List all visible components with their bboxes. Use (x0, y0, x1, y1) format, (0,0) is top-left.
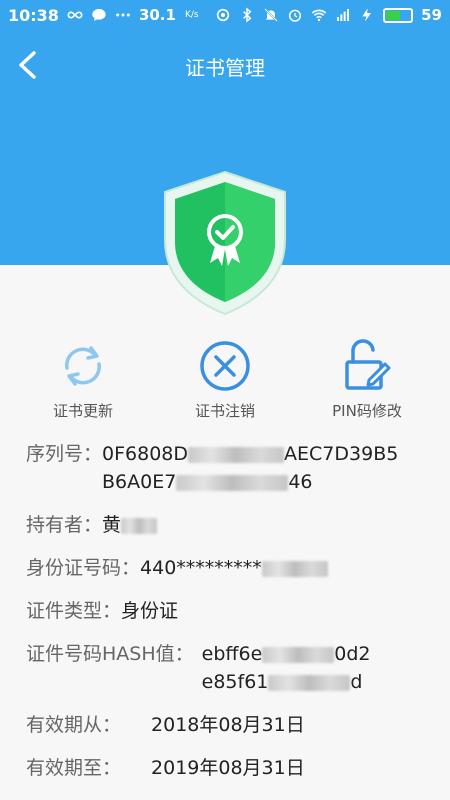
valid-from-row: 有效期从： 2018年08月31日 (26, 711, 436, 739)
pin-change-button[interactable]: PIN码修改 (312, 338, 422, 428)
battery-level: 59 (421, 6, 442, 24)
serial-part: 0F6808D (102, 443, 189, 465)
id-number-part: 440********* (140, 557, 262, 579)
certificate-shield-icon (164, 170, 286, 316)
serial-number-label: 序列号： (26, 443, 103, 465)
hash-part: e85f61 (201, 671, 269, 693)
net-speed-unit: K/s (184, 9, 199, 20)
holder-value: 黄 (102, 511, 158, 539)
battery-icon (383, 7, 414, 23)
hash-label: 证件号码HASH值： (26, 643, 194, 665)
hash-value: ebff6e 0d2 e85f61 d (202, 640, 402, 696)
more-dots-icon (116, 13, 130, 17)
valid-from-value: 2018年08月31日 (151, 714, 305, 736)
id-type-label: 证件类型： (26, 600, 122, 622)
redacted-mask (268, 674, 351, 691)
holder-label: 持有者： (26, 514, 103, 536)
hash-row: 证件号码HASH值： ebff6e 0d2 e85f61 d (26, 640, 436, 696)
hash-part: d (350, 671, 363, 693)
redacted-mask (262, 646, 335, 663)
renew-certificate-label: 证书更新 (52, 402, 113, 420)
redacted-mask (121, 517, 158, 534)
valid-to-value: 2019年08月31日 (151, 757, 305, 779)
hash-part: ebff6e (201, 643, 263, 665)
id-type-row: 证件类型： 身份证 (26, 597, 436, 625)
holder-row: 持有者： 黄 (26, 511, 436, 539)
alarm-clock-icon (289, 9, 302, 22)
serial-number-value: 0F6808D AEC7D39B5 B6A0E7 46 (102, 440, 402, 496)
charging-bolt-icon (362, 8, 372, 22)
page-title: 证书管理 (185, 56, 265, 80)
hash-part: 0d2 (334, 643, 371, 665)
revoke-certificate-button[interactable]: 证书注销 (170, 338, 280, 428)
status-bar: 10:38 30.1 K/s 59 (0, 0, 450, 30)
chat-bubble-icon (92, 9, 106, 21)
unlock-edit-icon (345, 339, 391, 390)
infinity-icon (67, 11, 83, 19)
holder-part: 黄 (102, 514, 122, 536)
serial-part: 46 (288, 471, 313, 493)
id-number-label: 身份证号码： (26, 557, 141, 579)
action-row: 证书更新 证书注销 PIN码修改 (0, 338, 450, 428)
id-number-row: 身份证号码： 440********* (26, 554, 436, 582)
serial-number-row: 序列号： 0F6808D AEC7D39B5 B6A0E7 46 (26, 440, 436, 496)
valid-to-label: 有效期至： (26, 757, 122, 779)
refresh-icon (65, 346, 101, 386)
revoke-certificate-label: 证书注销 (194, 402, 255, 420)
renew-certificate-button[interactable]: 证书更新 (28, 338, 138, 428)
valid-from-label: 有效期从： (26, 714, 122, 736)
id-type-value: 身份证 (121, 600, 179, 622)
certificate-info: 序列号： 0F6808D AEC7D39B5 B6A0E7 46 持有者： 黄 身份… (0, 440, 450, 797)
muted-bell-icon (264, 8, 278, 22)
hotspot-icon (216, 8, 230, 22)
redacted-mask (188, 446, 285, 463)
valid-to-row: 有效期至： 2019年08月31日 (26, 754, 436, 782)
redacted-mask (261, 560, 328, 577)
wifi-icon (311, 9, 327, 22)
signal-4g-icon (337, 9, 350, 21)
pin-change-label: PIN码修改 (332, 402, 402, 420)
bluetooth-icon (243, 7, 252, 23)
net-speed: 30.1 (138, 6, 176, 24)
status-time: 10:38 (8, 5, 59, 25)
id-number-value: 440********* (140, 554, 328, 582)
serial-part: B6A0E7 (102, 471, 177, 493)
close-circle-icon (200, 341, 250, 391)
serial-part: AEC7D39B5 (284, 443, 399, 465)
redacted-mask (176, 474, 289, 491)
